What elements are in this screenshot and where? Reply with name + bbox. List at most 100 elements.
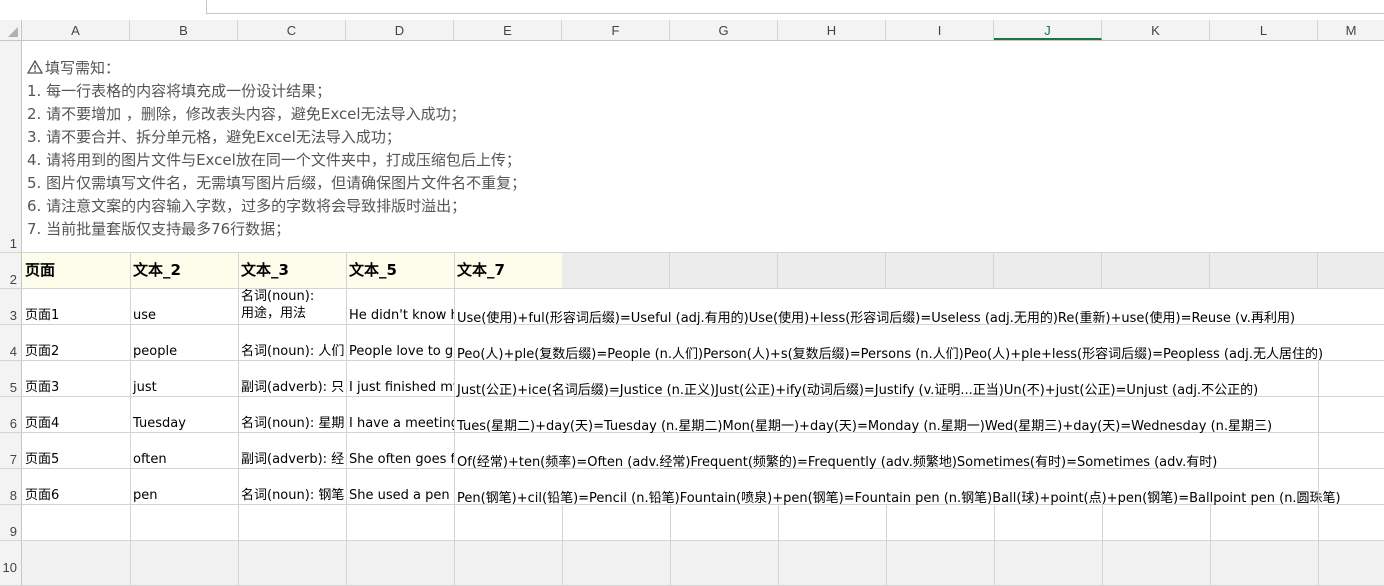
column-header-a[interactable]: A	[22, 20, 130, 40]
cell-text2[interactable]: use	[130, 289, 238, 325]
notice-row[interactable]: 填写需知： 1. 每一行表格的内容将填充成一份设计结果； 2. 请不要增加 ，删…	[22, 41, 1384, 253]
column-header-m[interactable]: M	[1318, 20, 1384, 40]
cell-text3[interactable]: 副词(adverb): 经	[238, 433, 346, 469]
gridline	[670, 505, 671, 586]
header-cell-text2[interactable]: 文本_2	[130, 253, 238, 288]
table-row: 页面6 pen 名词(noun): 钢笔 She used a pen to P…	[22, 469, 1384, 506]
cell-value: 副词(adverb): 经	[241, 452, 345, 467]
column-header-g[interactable]: G	[670, 20, 778, 40]
cell-text7[interactable]: Use(使用)+ful(形容词后缀)=Useful (adj.有用的)Use(使…	[457, 307, 1295, 326]
column-header-j[interactable]: J	[994, 20, 1102, 40]
cell-text5[interactable]: She used a pen to	[346, 469, 454, 505]
cell-text5[interactable]: I have a meeting	[346, 397, 454, 433]
cell-text7[interactable]: Peo(人)+ple(复数后缀)=People (n.人们)Person(人)+…	[457, 343, 1323, 362]
cell-text3[interactable]: 副词(adverb): 只	[238, 361, 346, 397]
header-cell-text3[interactable]: 文本_3	[238, 253, 346, 288]
row-header-3[interactable]: 3	[0, 289, 22, 325]
gridline	[130, 252, 131, 586]
row-header-10[interactable]: 10	[0, 541, 22, 586]
row-header-1[interactable]: 1	[0, 41, 22, 253]
header-empty-cell[interactable]	[1102, 253, 1210, 288]
header-empty-cell[interactable]	[886, 253, 994, 288]
gridline	[1102, 505, 1103, 586]
cell-page[interactable]: 页面6	[22, 469, 130, 505]
cell-text5[interactable]: I just finished my	[346, 361, 454, 397]
row-header-6[interactable]: 6	[0, 397, 22, 433]
row-header-2[interactable]: 2	[0, 253, 22, 289]
header-cell-text5[interactable]: 文本_5	[346, 253, 454, 288]
cell-page[interactable]: 页面2	[22, 325, 130, 361]
notice-title: 填写需知：	[45, 59, 121, 77]
column-header-h[interactable]: H	[778, 20, 886, 40]
cell-text2[interactable]: Tuesday	[130, 397, 238, 433]
column-header-e[interactable]: E	[454, 20, 562, 40]
header-empty-cell[interactable]	[562, 253, 670, 288]
cell-text5[interactable]: He didn't know h	[346, 289, 454, 325]
cell-text3[interactable]: 名词(noun): 星期	[238, 397, 346, 433]
cell-text3[interactable]: 名词(noun): 用途，用法	[238, 289, 346, 325]
cell-text2[interactable]: people	[130, 325, 238, 361]
gridline	[346, 252, 347, 586]
row-header-8[interactable]: 8	[0, 469, 22, 505]
empty-row[interactable]	[22, 505, 1384, 541]
header-cell-text7[interactable]: 文本_7	[454, 253, 562, 288]
cell-value: often	[133, 452, 167, 467]
header-empty-cell[interactable]	[994, 253, 1102, 288]
column-header-f[interactable]: F	[562, 20, 670, 40]
column-header-bar: A B C D E F G H I J K L M	[0, 20, 1384, 41]
row-number: 1	[9, 236, 17, 251]
cell-text5[interactable]: People love to ga	[346, 325, 454, 361]
header-row: 页面 文本_2 文本_3 文本_5 文本_7	[22, 253, 1384, 289]
column-header-k[interactable]: K	[1102, 20, 1210, 40]
cell-text7[interactable]: Just(公正)+ice(名词后缀)=Justice (n.正义)Just(公正…	[457, 379, 1258, 398]
row-header-4[interactable]: 4	[0, 325, 22, 361]
header-empty-cell[interactable]	[1210, 253, 1318, 288]
cell-text2[interactable]: pen	[130, 469, 238, 505]
gridline	[238, 252, 239, 586]
row-number: 6	[9, 416, 17, 431]
cell-value: 副词(adverb): 只	[241, 380, 345, 395]
column-header-c[interactable]: C	[238, 20, 346, 40]
cell-value: use	[133, 308, 157, 323]
cell-text3[interactable]: 名词(noun): 钢笔	[238, 469, 346, 505]
cell-page[interactable]: 页面3	[22, 361, 130, 397]
table-row: 页面4 Tuesday 名词(noun): 星期 I have a meetin…	[22, 397, 1384, 434]
formula-bar[interactable]	[206, 0, 1384, 14]
column-header-i[interactable]: I	[886, 20, 994, 40]
cell-value: I just finished my	[349, 380, 454, 395]
cell-text7[interactable]: Tues(星期二)+day(天)=Tuesday (n.星期二)Mon(星期一)…	[457, 415, 1272, 434]
toolbar-area	[0, 0, 1384, 20]
column-header-b[interactable]: B	[130, 20, 238, 40]
sheet-grid[interactable]: 填写需知： 1. 每一行表格的内容将填充成一份设计结果； 2. 请不要增加 ，删…	[22, 41, 1384, 586]
cell-value: 页面6	[25, 488, 60, 503]
cell-text2[interactable]: often	[130, 433, 238, 469]
row-header-7[interactable]: 7	[0, 433, 22, 469]
cell-page[interactable]: 页面4	[22, 397, 130, 433]
column-header-d[interactable]: D	[346, 20, 454, 40]
cell-text5[interactable]: She often goes fo	[346, 433, 454, 469]
column-header-l[interactable]: L	[1210, 20, 1318, 40]
cell-text2[interactable]: just	[130, 361, 238, 397]
header-empty-cell[interactable]	[778, 253, 886, 288]
select-all-button[interactable]	[0, 20, 22, 40]
cell-text7[interactable]: Pen(钢笔)+cil(铅笔)=Pencil (n.铅笔)Fountain(喷泉…	[457, 487, 1341, 506]
cell-text3[interactable]: 名词(noun): 人们	[238, 325, 346, 361]
row-number: 10	[2, 560, 17, 575]
gridline	[886, 505, 887, 586]
cell-value: 页面5	[25, 452, 60, 467]
warning-icon	[27, 60, 43, 74]
row-header-9[interactable]: 9	[0, 505, 22, 541]
cell-page[interactable]: 页面1	[22, 289, 130, 325]
header-empty-cell[interactable]	[670, 253, 778, 288]
header-label: 文本_3	[241, 261, 289, 279]
header-label: 文本_2	[133, 261, 181, 279]
empty-row[interactable]	[22, 541, 1384, 586]
row-header-5[interactable]: 5	[0, 361, 22, 397]
notice-line: 2. 请不要增加 ，删除，修改表头内容，避免Excel无法导入成功；	[27, 105, 466, 123]
header-cell-page[interactable]: 页面	[22, 253, 130, 288]
cell-value: Tuesday	[133, 416, 186, 431]
header-empty-cell[interactable]	[1318, 253, 1384, 288]
cell-page[interactable]: 页面5	[22, 433, 130, 469]
cell-value: 名词(noun): 钢笔	[241, 488, 345, 503]
cell-text7[interactable]: Of(经常)+ten(频率)=Often (adv.经常)Frequent(频繁…	[457, 451, 1217, 470]
